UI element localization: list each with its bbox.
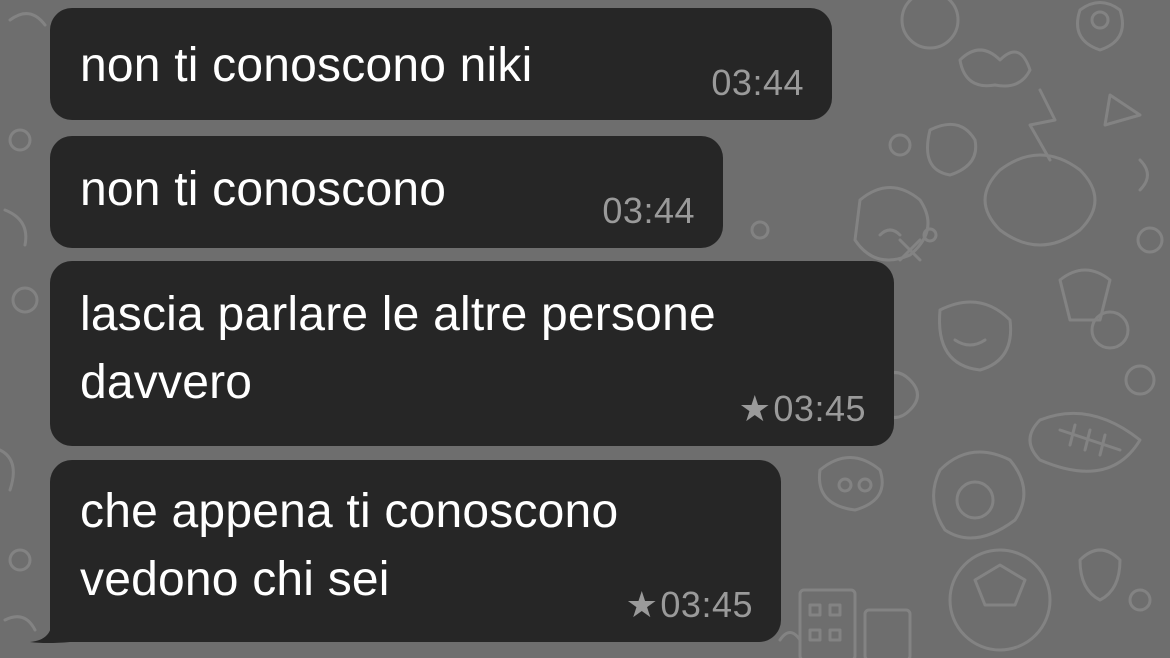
message-time: 03:45 — [773, 388, 866, 429]
message-meta: 03:44 — [711, 62, 804, 104]
message-text: non ti conoscono — [80, 163, 447, 216]
message-meta: 03:44 — [602, 190, 695, 232]
message-text: lascia parlare le altre persone davvero — [80, 288, 716, 409]
message-text: non ti conoscono niki — [80, 39, 533, 92]
message-time: 03:45 — [660, 584, 753, 625]
message-meta: ★03:45 — [626, 584, 753, 626]
bubble-tail-icon — [30, 600, 70, 643]
message-bubble[interactable]: che appena ti conoscono vedono chi sei ★… — [50, 460, 781, 642]
star-icon: ★ — [625, 584, 659, 625]
message-bubble[interactable]: non ti conoscono niki 03:44 — [50, 8, 832, 120]
message-bubble[interactable]: lascia parlare le altre persone davvero … — [50, 261, 894, 446]
message-meta: ★03:45 — [739, 388, 866, 430]
message-time: 03:44 — [602, 190, 695, 231]
message-bubble[interactable]: non ti conoscono 03:44 — [50, 136, 723, 248]
message-text: che appena ti conoscono vedono chi sei — [80, 485, 619, 606]
star-icon: ★ — [738, 388, 772, 429]
message-time: 03:44 — [711, 62, 804, 103]
